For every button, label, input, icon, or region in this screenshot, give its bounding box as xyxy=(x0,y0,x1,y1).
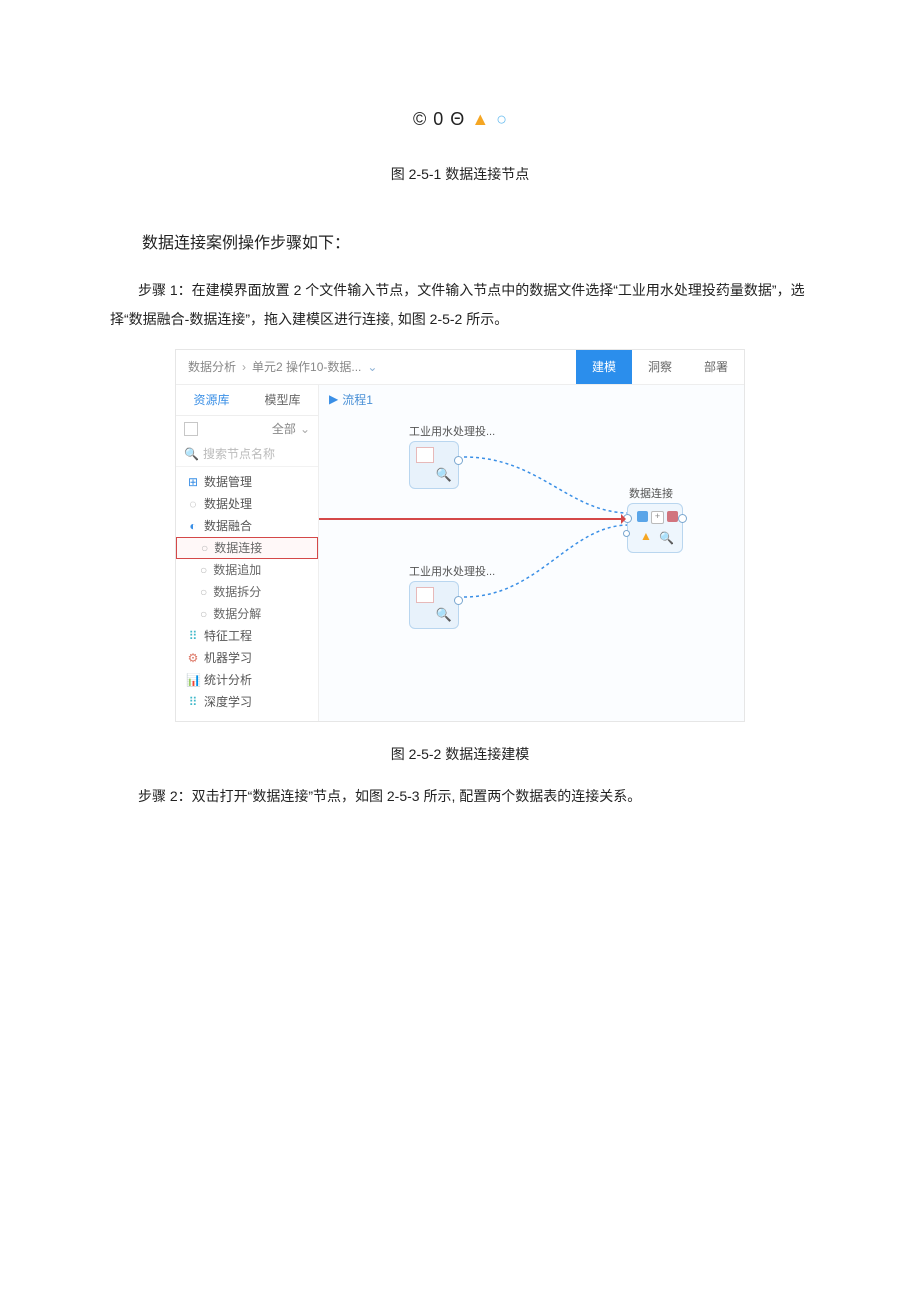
step-2-text: 步骤 2：双击打开“数据连接”节点，如图 2-5-3 所示, 配置两个数据表的连… xyxy=(110,782,810,811)
theta-icon: Θ xyxy=(450,109,464,129)
canvas-node-input-2[interactable]: 工业用水处理投... 🔍 xyxy=(409,563,464,629)
file-icon xyxy=(416,447,434,463)
node-tree: ⊞数据管理 ◌数据处理 ◐数据融合 ○数据连接 ○数据追加 ○数据拆分 ○数据分… xyxy=(176,467,318,721)
side-panel: 资源库 模型库 全部 ⌄ 🔍 搜索节点名称 ⊞数据管理 ◌数据处理 xyxy=(176,385,319,721)
search-input[interactable]: 🔍 搜索节点名称 xyxy=(176,442,318,467)
db-icon: ⊞ xyxy=(186,475,200,489)
filter-dropdown-icon[interactable]: ⌄ xyxy=(300,422,310,436)
magnify-icon[interactable]: 🔍 xyxy=(436,607,452,623)
tree-ml[interactable]: ⚙机器学习 xyxy=(176,647,318,669)
chart-icon: 📊 xyxy=(186,673,200,687)
side-tab-model[interactable]: 模型库 xyxy=(247,385,318,415)
tab-modeling[interactable]: 建模 xyxy=(576,350,632,384)
bullet-icon: ○ xyxy=(201,541,208,555)
step-1-text: 步骤 1：在建模界面放置 2 个文件输入节点，文件输入节点中的数据文件选择“工业… xyxy=(110,276,810,335)
magnify-icon[interactable]: 🔍 xyxy=(659,531,674,545)
gear-icon: ◌ xyxy=(186,497,200,511)
layout-grid-icon[interactable] xyxy=(184,422,198,436)
search-icon: 🔍 xyxy=(184,447,199,461)
tree-data-process[interactable]: ◌数据处理 xyxy=(176,493,318,515)
merge-icon: ◐ xyxy=(186,519,200,533)
icon-symbol-row: © 0 Θ ▲ ○ xyxy=(110,110,810,128)
dl-icon: ⠿ xyxy=(186,695,200,709)
breadcrumb-root[interactable]: 数据分析 xyxy=(188,358,236,375)
search-placeholder: 搜索节点名称 xyxy=(203,445,275,462)
file-icon xyxy=(416,587,434,603)
tree-data-fusion[interactable]: ◐数据融合 xyxy=(176,515,318,537)
node-title: 数据连接 xyxy=(629,485,682,501)
modeling-canvas[interactable]: ▶ 流程1 工业用水处理投... 🔍 xyxy=(319,385,744,721)
output-port[interactable] xyxy=(454,456,463,465)
intro-text: 数据连接案例操作步骤如下： xyxy=(110,228,810,260)
chip-icon xyxy=(637,511,648,522)
tree-dl[interactable]: ⠿深度学习 xyxy=(176,691,318,713)
tree-data-manage[interactable]: ⊞数据管理 xyxy=(176,471,318,493)
node-body[interactable]: 🔍 xyxy=(409,581,459,629)
input-port-2[interactable] xyxy=(623,530,630,537)
chip-icon xyxy=(667,511,678,522)
node-body[interactable]: + ▲ 🔍 xyxy=(627,503,683,553)
node-title: 工业用水处理投... xyxy=(409,423,464,439)
output-port[interactable] xyxy=(454,596,463,605)
tree-sub-data-decompose[interactable]: ○数据分解 xyxy=(176,603,318,625)
red-drag-arrow xyxy=(319,518,625,520)
side-tab-resource[interactable]: 资源库 xyxy=(176,385,247,415)
warning-icon: ▲ xyxy=(640,529,652,543)
tab-deploy[interactable]: 部署 xyxy=(688,350,744,384)
filter-all[interactable]: 全部 xyxy=(272,420,296,437)
tree-feature-eng[interactable]: ⠿特征工程 xyxy=(176,625,318,647)
figure-2-5-2: 数据分析 › 单元2 操作10-数据... ⌄ 建模 洞察 部署 资源库 模型库 xyxy=(175,349,745,722)
magnify-icon[interactable]: 🔍 xyxy=(436,467,452,483)
document-page: © 0 Θ ▲ ○ 图 2-5-1 数据连接节点 数据连接案例操作步骤如下： 步… xyxy=(0,0,920,811)
zero-icon: 0 xyxy=(433,109,443,129)
tree-sub-data-append[interactable]: ○数据追加 xyxy=(176,559,318,581)
bullet-icon: ○ xyxy=(200,607,207,621)
app-topbar: 数据分析 › 单元2 操作10-数据... ⌄ 建模 洞察 部署 xyxy=(176,350,744,385)
triangle-icon: ▲ xyxy=(471,109,489,129)
figure-caption-2: 图 2-5-2 数据连接建模 xyxy=(110,744,810,764)
bullet-icon: ○ xyxy=(200,585,207,599)
node-body[interactable]: 🔍 xyxy=(409,441,459,489)
tree-sub-data-split[interactable]: ○数据拆分 xyxy=(176,581,318,603)
figure-caption-1: 图 2-5-1 数据连接节点 xyxy=(110,164,810,184)
copyright-icon: © xyxy=(413,109,426,129)
ml-icon: ⚙ xyxy=(186,651,200,665)
side-filter-row: 全部 ⌄ xyxy=(176,416,318,442)
cloud-icon: ○ xyxy=(496,109,507,129)
output-port[interactable] xyxy=(678,514,687,523)
canvas-node-merge[interactable]: 数据连接 + ▲ 🔍 xyxy=(627,485,682,553)
feature-icon: ⠿ xyxy=(186,629,200,643)
canvas-node-input-1[interactable]: 工业用水处理投... 🔍 xyxy=(409,423,464,489)
breadcrumb-dropdown-icon[interactable]: ⌄ xyxy=(367,360,377,374)
plus-icon: + xyxy=(651,511,664,524)
tree-sub-data-connect[interactable]: ○数据连接 xyxy=(176,537,318,559)
bullet-icon: ○ xyxy=(200,563,207,577)
tree-stats[interactable]: 📊统计分析 xyxy=(176,669,318,691)
breadcrumb-sep: › xyxy=(242,360,246,374)
tab-insight[interactable]: 洞察 xyxy=(632,350,688,384)
node-title: 工业用水处理投... xyxy=(409,563,464,579)
breadcrumb-item[interactable]: 单元2 操作10-数据... xyxy=(252,358,361,375)
